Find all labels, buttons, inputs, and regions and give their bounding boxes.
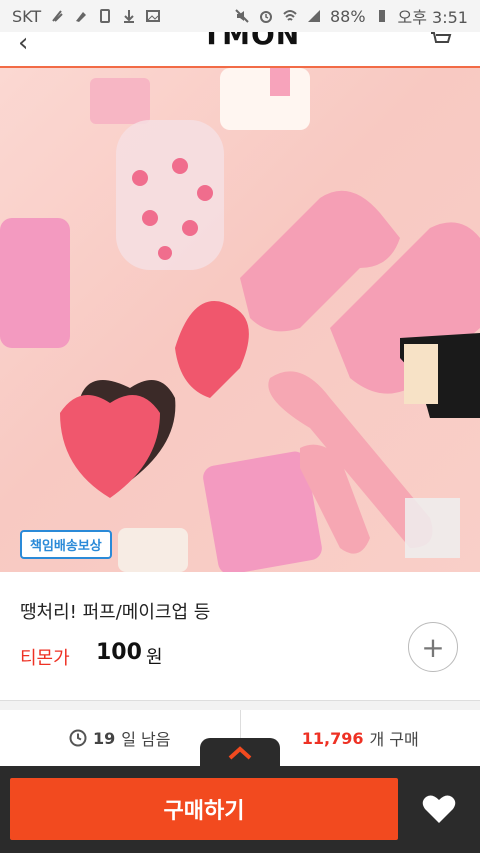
- phone-icon: [100, 9, 111, 23]
- tmon-logo[interactable]: TMON: [202, 32, 300, 51]
- clock: 오후 3:51: [397, 8, 468, 27]
- plus-icon: +: [421, 630, 445, 664]
- purchase-count-text: 개 구매: [369, 730, 419, 749]
- delivery-guarantee-badge: 책임배송보상: [20, 530, 112, 559]
- expand-tab[interactable]: [200, 738, 280, 768]
- status-bar: SKT 88% 오후 3:51: [0, 0, 480, 32]
- product-info: 땡처리! 퍼프/메이크업 등 티몬가 100 원 +: [0, 572, 480, 700]
- edit-icon: [76, 12, 87, 22]
- app-header: ‹ TMON: [0, 32, 480, 68]
- product-image[interactable]: [0, 68, 480, 572]
- days-left-text: 일 남음: [121, 730, 171, 749]
- product-title: 땡처리! 퍼프/메이크업 등: [20, 602, 211, 623]
- purchase-count-number: 11,796: [301, 728, 364, 748]
- notification-icon: [52, 10, 63, 22]
- image-icon: [146, 10, 161, 22]
- product-photo: [0, 68, 480, 572]
- buy-button[interactable]: 구매하기: [10, 778, 398, 840]
- alarm-icon: [259, 11, 272, 23]
- add-option-button[interactable]: +: [408, 622, 458, 672]
- price-label: 티몬가: [20, 648, 70, 669]
- carrier-label: SKT: [12, 6, 42, 26]
- mute-icon: [235, 9, 249, 23]
- download-icon: [124, 10, 135, 23]
- chevron-up-icon: [228, 746, 252, 760]
- battery-icon: [378, 10, 385, 22]
- back-button[interactable]: ‹: [18, 32, 28, 58]
- signal-icon: [307, 10, 320, 22]
- heart-icon: [422, 795, 456, 823]
- price-unit: 원: [146, 647, 163, 668]
- section-divider: [0, 700, 480, 710]
- days-left-number: 19: [92, 728, 116, 748]
- price-value: 100: [96, 640, 142, 665]
- battery-percent: 88%: [329, 6, 366, 26]
- wifi-icon: [283, 10, 297, 21]
- clock-icon: [69, 729, 87, 747]
- wishlist-button[interactable]: [408, 778, 470, 840]
- cart-icon[interactable]: [430, 32, 452, 46]
